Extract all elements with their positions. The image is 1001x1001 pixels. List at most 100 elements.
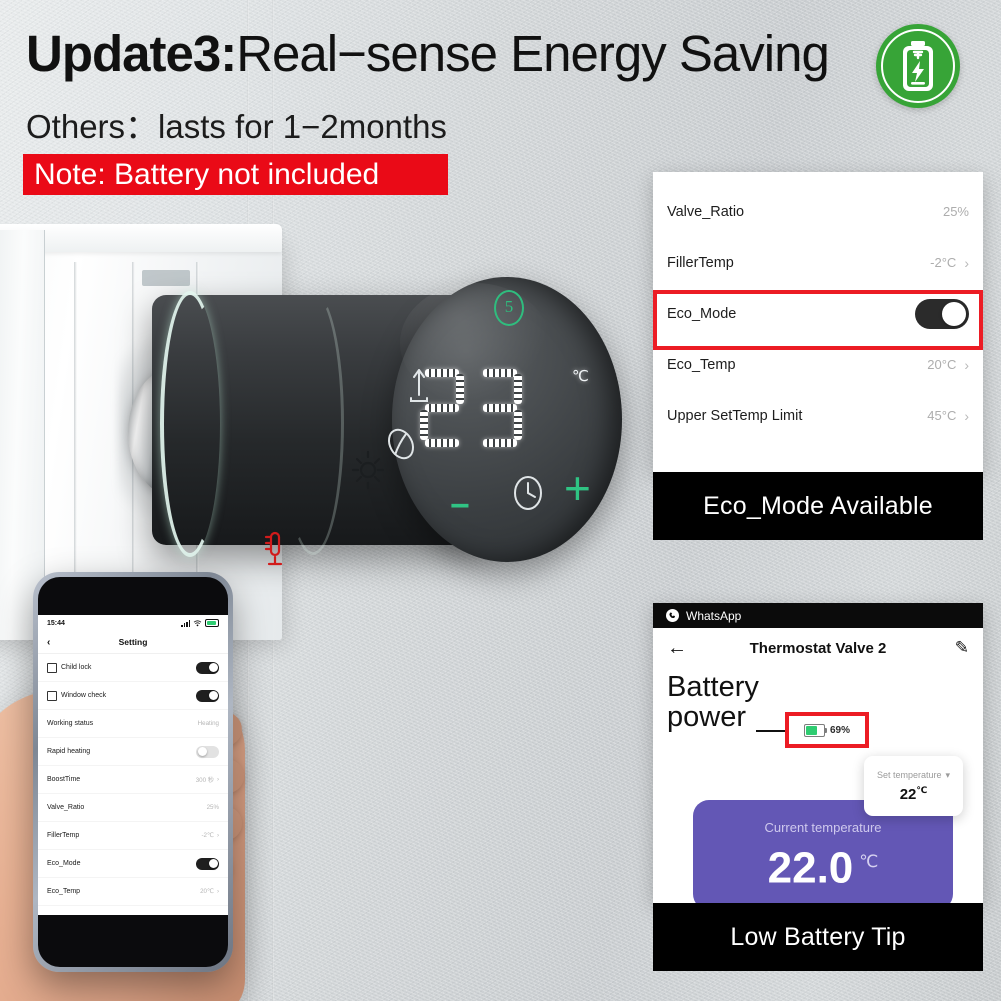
clock-icon xyxy=(510,473,546,518)
phone-setting-label: Eco_Mode xyxy=(47,860,81,867)
set-temperature-card[interactable]: Set temperature ▾ 22℃ xyxy=(864,756,963,816)
pencil-icon[interactable]: ✎ xyxy=(955,638,969,658)
phone-setting-value-text: -2℃ xyxy=(201,832,214,839)
app-body: ← Thermostat Valve 2 ✎ Battery power 69%… xyxy=(653,628,983,903)
settings-row[interactable]: Upper SetTemp Limit 45°C › xyxy=(653,390,983,441)
phone-setting-row[interactable]: Eco_Temp 20℃ › xyxy=(38,878,228,906)
signal-icon xyxy=(181,619,190,627)
eco-mode-toggle[interactable] xyxy=(915,298,969,329)
phone-setting-toggle[interactable] xyxy=(196,661,219,674)
settings-row-value: -2°C › xyxy=(930,255,969,271)
phone-setting-toggle[interactable] xyxy=(196,689,219,702)
temp-arrow-icon xyxy=(406,365,432,410)
settings-row-label: Eco_Mode xyxy=(667,305,737,322)
phone-setting-row[interactable]: Working status Heating xyxy=(38,710,228,738)
battery-charging-icon xyxy=(876,24,960,108)
valve-display-face: 5 ℃ − + xyxy=(388,277,622,562)
settings-row-label: FillerTemp xyxy=(667,254,734,271)
phone-setting-row[interactable]: Eco_Mode xyxy=(38,850,228,878)
settings-list: Valve_Ratio 25% FillerTemp -2°C › Eco_Mode Eco… xyxy=(653,172,983,441)
window-icon xyxy=(47,690,57,701)
eco-leaf-icon xyxy=(384,425,418,468)
phone-setting-row[interactable]: Rapid heating xyxy=(38,738,228,766)
radiator-side-panel xyxy=(0,230,45,640)
battery-level-icon xyxy=(803,723,828,737)
page-title: Update3:Real−sense Energy Saving xyxy=(26,24,830,83)
phone-setting-label: Window check xyxy=(61,692,107,699)
phone-setting-row[interactable]: FillerTemp -2℃ › xyxy=(38,822,228,850)
page-title-bold: Update3: xyxy=(26,25,237,82)
caret-down-icon: ▾ xyxy=(945,769,951,780)
phone-setting-value-text: 20℃ xyxy=(200,888,214,895)
phone-setting-row[interactable]: BoostTime 300 秒 › xyxy=(38,766,228,794)
phone-setting-row[interactable]: Child lock xyxy=(38,654,228,682)
back-button[interactable]: ‹ xyxy=(47,637,50,648)
settings-row[interactable]: FillerTemp -2°C › xyxy=(653,237,983,288)
settings-row-value: 45°C › xyxy=(927,408,969,424)
phone-settings-list: Child lock Window check Working status Heat… xyxy=(38,654,228,915)
led-digit-units xyxy=(478,369,522,447)
phone-nav-bar: ‹ Setting xyxy=(38,631,228,654)
phone-setting-toggle[interactable] xyxy=(196,857,219,870)
phone-setting-row[interactable]: Valve_Ratio 25% xyxy=(38,794,228,822)
low-battery-caption: Low Battery Tip xyxy=(653,903,983,971)
settings-row[interactable]: Eco_Temp 20°C › xyxy=(653,339,983,390)
battery-icon xyxy=(205,619,219,627)
phone-status-bar: 15:44 xyxy=(38,615,228,631)
led-unit-label: ℃ xyxy=(572,368,589,385)
device-title: Thermostat Valve 2 xyxy=(749,639,887,657)
phone-bezel: 15:44 ‹ Setting Child lock Window check W xyxy=(38,577,228,967)
valve-light-ring-secondary xyxy=(282,291,344,555)
phone-setting-toggle[interactable] xyxy=(196,745,219,758)
phone-setting-label: Eco_Temp xyxy=(47,888,81,895)
phone-setting-value-text: 25% xyxy=(206,804,219,811)
whatsapp-bar: WhatsApp xyxy=(653,603,983,628)
thermostat-valve-device: 5 ℃ − + xyxy=(152,277,622,566)
chevron-right-icon: › xyxy=(964,356,969,373)
settings-row[interactable]: Valve_Ratio 25% xyxy=(653,186,983,237)
subtitle: Others：lasts for 1−2months xyxy=(26,108,447,145)
whatsapp-icon xyxy=(666,609,679,622)
phone-setting-label: Rapid heating xyxy=(47,748,91,755)
note-banner: Note: Battery not included xyxy=(23,154,448,195)
chevron-right-icon: › xyxy=(216,832,219,839)
settings-row-label: Eco_Temp xyxy=(667,356,736,373)
settings-row-value-text: -2°C xyxy=(930,255,957,270)
phone-setting-row[interactable]: Window check xyxy=(38,682,228,710)
valve-light-ring xyxy=(160,291,220,557)
chevron-right-icon: › xyxy=(216,888,219,895)
settings-row-value-text: 25% xyxy=(942,204,969,219)
phone-setting-row[interactable]: Upper SetTemp Limit45℃› xyxy=(38,906,228,915)
minus-icon: − xyxy=(450,487,470,525)
settings-row[interactable]: Eco_Mode xyxy=(653,288,983,339)
lock-icon xyxy=(47,662,57,673)
phone-screen: 15:44 ‹ Setting Child lock Window check W xyxy=(38,615,228,915)
phone-setting-value: -2℃ › xyxy=(201,832,219,839)
battery-level-highlight: 69% xyxy=(785,712,869,748)
settings-row-value-text: 45°C xyxy=(927,408,957,423)
phone-setting-label: FillerTemp xyxy=(47,832,80,839)
phone-setting-value: 25% xyxy=(207,804,219,811)
eco-mode-settings-panel: Valve_Ratio 25% FillerTemp -2°C › Eco_Mode Eco… xyxy=(653,172,983,472)
phone-setting-value: 20℃ › xyxy=(200,888,219,895)
settings-row-value-text: 20°C xyxy=(927,357,957,372)
app-nav-bar: ← Thermostat Valve 2 ✎ xyxy=(653,628,983,668)
battery-power-label: Battery power xyxy=(667,671,759,733)
current-temperature-label: Current temperature xyxy=(764,820,882,836)
eco-mode-caption: Eco_Mode Available xyxy=(653,472,983,540)
plus-icon: + xyxy=(564,462,591,514)
page-title-rest: Real−sense Energy Saving xyxy=(236,25,830,82)
phone-device: 15:44 ‹ Setting Child lock Window check W xyxy=(33,572,233,972)
settings-row-label: Valve_Ratio xyxy=(667,203,745,220)
settings-row-value: 20°C › xyxy=(927,357,969,373)
arrow-left-icon[interactable]: ← xyxy=(667,637,687,660)
set-temperature-value: 22℃ xyxy=(899,784,928,803)
low-battery-panel: WhatsApp ← Thermostat Valve 2 ✎ Battery … xyxy=(653,603,983,903)
current-temperature-value: 22.0 ℃ xyxy=(767,843,879,893)
chevron-right-icon: › xyxy=(964,407,969,424)
battery-percent: 69% xyxy=(829,724,850,736)
phone-setting-value-text: 300 秒 xyxy=(195,777,214,784)
led-segment-display: ℃ xyxy=(420,368,610,464)
signal-indicator-5: 5 xyxy=(494,290,524,326)
phone-setting-label: BoostTime xyxy=(47,776,81,783)
